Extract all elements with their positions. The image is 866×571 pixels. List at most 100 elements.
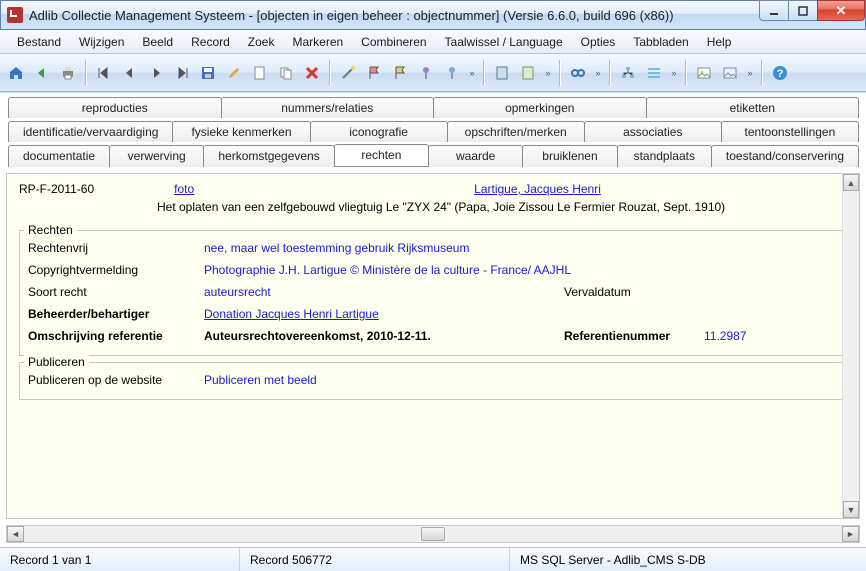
rights-fieldset: Rechten Rechtenvrij nee, maar wel toeste… <box>19 230 847 356</box>
help-icon[interactable]: ? <box>768 61 792 85</box>
rights-legend: Rechten <box>24 223 77 237</box>
doc1-icon[interactable] <box>490 61 514 85</box>
tab-opschriften[interactable]: opschriften/merken <box>447 121 585 142</box>
publish-value[interactable]: Publiceren met beeld <box>204 373 838 387</box>
scroll-thumb[interactable] <box>421 527 445 541</box>
overflow5-icon[interactable] <box>744 70 756 76</box>
svg-text:?: ? <box>777 68 784 80</box>
new-icon[interactable] <box>248 61 272 85</box>
tab-reproducties[interactable]: reproducties <box>8 97 222 118</box>
tab-standplaats[interactable]: standplaats <box>617 145 712 167</box>
vertical-scrollbar[interactable]: ▲ ▼ <box>842 174 859 518</box>
print-icon[interactable] <box>56 61 80 85</box>
app-icon <box>7 7 23 23</box>
horizontal-scrollbar[interactable]: ◄ ► <box>6 525 860 543</box>
prev-icon[interactable] <box>118 61 142 85</box>
image1-icon[interactable] <box>692 61 716 85</box>
menu-wijzigen[interactable]: Wijzigen <box>70 32 133 52</box>
image2-icon[interactable] <box>718 61 742 85</box>
verval-label: Vervaldatum <box>564 285 704 299</box>
tab-associaties[interactable]: associaties <box>584 121 722 142</box>
menu-tabbladen[interactable]: Tabbladen <box>624 32 697 52</box>
tab-bruiklenen[interactable]: bruiklenen <box>522 145 617 167</box>
menu-help[interactable]: Help <box>698 32 741 52</box>
tab-identificatie[interactable]: identificatie/vervaardiging <box>8 121 173 142</box>
tab-nummers[interactable]: nummers/relaties <box>221 97 435 118</box>
link-icon[interactable] <box>566 61 590 85</box>
object-type[interactable]: foto <box>174 182 194 196</box>
overflow4-icon[interactable] <box>668 70 680 76</box>
flag2-icon[interactable] <box>388 61 412 85</box>
menu-markeren[interactable]: Markeren <box>283 32 352 52</box>
record-header: RP-F-2011-60 foto Lartigue, Jacques Henr… <box>19 182 847 196</box>
tab-waarde[interactable]: waarde <box>428 145 523 167</box>
menu-record[interactable]: Record <box>182 32 239 52</box>
menu-combineren[interactable]: Combineren <box>352 32 435 52</box>
tab-tentoonstellingen[interactable]: tentoonstellingen <box>721 121 859 142</box>
toolbar: ? <box>0 54 866 92</box>
soort-value[interactable]: auteursrecht <box>204 285 564 299</box>
tab-verwerving[interactable]: verwerving <box>109 145 204 167</box>
copy-icon[interactable] <box>274 61 298 85</box>
tree-icon[interactable] <box>616 61 640 85</box>
tab-iconografie[interactable]: iconografie <box>310 121 448 142</box>
tab-rechten[interactable]: rechten <box>334 144 429 166</box>
publish-legend: Publiceren <box>24 355 89 369</box>
rechtenvrij-value[interactable]: nee, maar wel toestemming gebruik Rijksm… <box>204 241 838 255</box>
tabstrip-row3: documentatie verwerving herkomstgegevens… <box>0 141 866 166</box>
beheerder-value[interactable]: Donation Jacques Henri Lartigue <box>204 307 838 321</box>
beheerder-label: Beheerder/behartiger <box>28 307 204 321</box>
edit-icon[interactable] <box>222 61 246 85</box>
home-icon[interactable] <box>4 61 28 85</box>
tab-toestand[interactable]: toestand/conservering <box>711 145 859 167</box>
tab-documentatie[interactable]: documentatie <box>8 145 110 167</box>
maximize-button[interactable] <box>788 0 818 21</box>
soort-label: Soort recht <box>28 285 204 299</box>
copyright-label: Copyrightvermelding <box>28 263 204 277</box>
statusbar: Record 1 van 1 Record 506772 MS SQL Serv… <box>0 547 866 571</box>
refnr-value[interactable]: 11.2987 <box>704 329 794 343</box>
copyright-value[interactable]: Photographie J.H. Lartigue © Ministère d… <box>204 263 838 277</box>
refnr-label: Referentienummer <box>564 329 704 343</box>
overflow3-icon[interactable] <box>592 70 604 76</box>
object-number: RP-F-2011-60 <box>19 182 94 196</box>
close-button[interactable]: ✕ <box>817 0 865 21</box>
scroll-up-icon[interactable]: ▲ <box>843 174 859 191</box>
list-icon[interactable] <box>642 61 666 85</box>
tab-opmerkingen[interactable]: opmerkingen <box>433 97 647 118</box>
overflow2-icon[interactable] <box>542 70 554 76</box>
titlebar: Adlib Collectie Management Systeem - [ob… <box>0 0 866 30</box>
tab-herkomst[interactable]: herkomstgegevens <box>203 145 334 167</box>
scroll-right-icon[interactable]: ► <box>842 526 859 542</box>
menu-taalwissel[interactable]: Taalwissel / Language <box>436 32 572 52</box>
tabstrip-row1: reproducties nummers/relaties opmerkinge… <box>0 93 866 117</box>
tab-fysieke[interactable]: fysieke kenmerken <box>172 121 310 142</box>
menu-zoek[interactable]: Zoek <box>239 32 284 52</box>
overflow1-icon[interactable] <box>466 70 478 76</box>
last-icon[interactable] <box>170 61 194 85</box>
menu-opties[interactable]: Opties <box>572 32 625 52</box>
menu-beeld[interactable]: Beeld <box>133 32 182 52</box>
doc2-icon[interactable] <box>516 61 540 85</box>
delete-icon[interactable] <box>300 61 324 85</box>
content-area: reproducties nummers/relaties opmerkinge… <box>0 92 866 547</box>
pin2-icon[interactable] <box>440 61 464 85</box>
status-db: MS SQL Server - Adlib_CMS S-DB <box>510 548 866 571</box>
back-icon[interactable] <box>30 61 54 85</box>
scroll-down-icon[interactable]: ▼ <box>843 501 859 518</box>
flag1-icon[interactable] <box>362 61 386 85</box>
omschrijving-label: Omschrijving referentie <box>28 329 204 343</box>
first-icon[interactable] <box>92 61 116 85</box>
publish-fieldset: Publiceren Publiceren op de website Publ… <box>19 362 847 400</box>
tab-etiketten[interactable]: etiketten <box>646 97 860 118</box>
wand-icon[interactable] <box>336 61 360 85</box>
artist-link[interactable]: Lartigue, Jacques Henri <box>474 182 601 196</box>
menu-bestand[interactable]: Bestand <box>8 32 70 52</box>
next-icon[interactable] <box>144 61 168 85</box>
omschrijving-value[interactable]: Auteursrechtovereenkomst, 2010-12-11. <box>204 329 564 343</box>
window-controls: ✕ <box>760 0 865 21</box>
scroll-left-icon[interactable]: ◄ <box>7 526 24 542</box>
pin1-icon[interactable] <box>414 61 438 85</box>
save-icon[interactable] <box>196 61 220 85</box>
minimize-button[interactable] <box>759 0 789 21</box>
